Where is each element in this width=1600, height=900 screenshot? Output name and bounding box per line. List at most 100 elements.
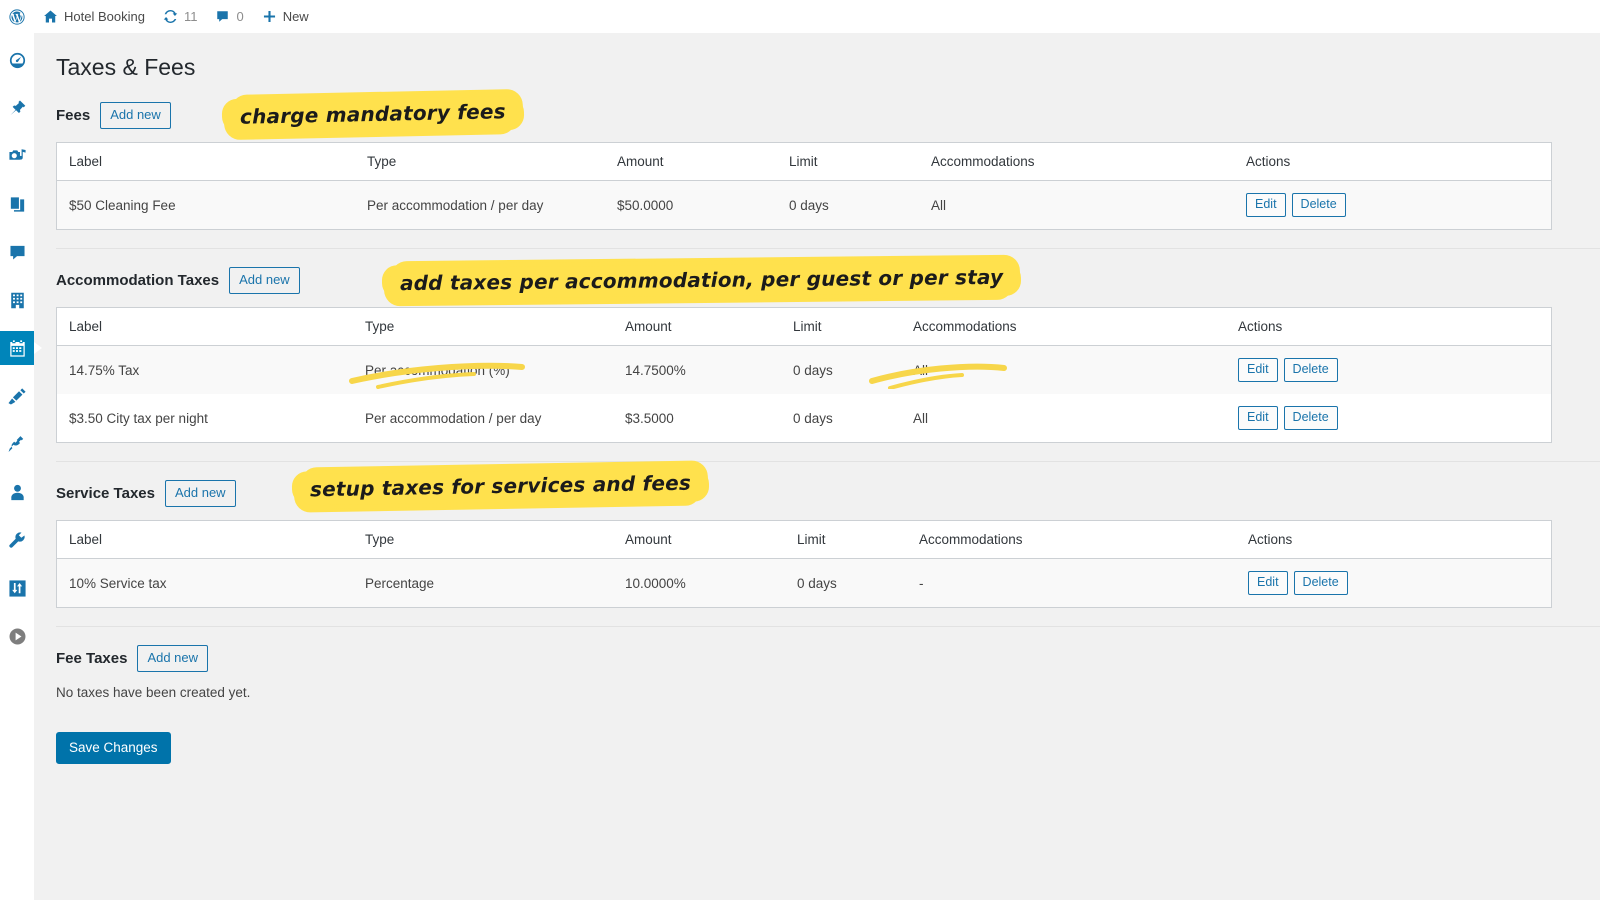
plus-icon [262,9,277,24]
cell-amount: $3.5000 [613,394,781,442]
section-service-taxes: Service Taxes Add new Label Type Amount … [56,478,1600,627]
cell-label: $50 Cleaning Fee [57,181,355,229]
edit-button[interactable]: Edit [1238,406,1278,430]
sidebar-item-posts[interactable] [0,91,34,125]
save-changes-button[interactable]: Save Changes [56,732,171,764]
page-title: Taxes & Fees [56,54,196,80]
column-amount: Amount [605,143,777,181]
add-new-service-tax-button[interactable]: Add new [164,479,236,507]
table-header-row: Label Type Amount Limit Accommodations A… [57,308,1551,346]
adminbar-comments[interactable]: 0 [206,0,252,33]
sidebar-item-appearance[interactable] [0,379,34,413]
cell-limit: 0 days [777,181,919,229]
cell-actions: Edit Delete [1236,559,1551,607]
column-type: Type [353,521,613,559]
adminbar-updates[interactable]: 11 [154,0,207,33]
section-divider [56,626,1600,627]
edit-button[interactable]: Edit [1246,193,1286,217]
column-amount: Amount [613,308,781,346]
table-row: 14.75% Tax Per accommodation (%) 14.7500… [57,346,1551,394]
column-limit: Limit [785,521,907,559]
fees-table: Label Type Amount Limit Accommodations A… [56,142,1552,230]
cell-actions: Edit Delete [1226,394,1551,442]
cell-limit: 0 days [781,394,901,442]
cell-accommodations: - [907,559,1236,607]
building-icon [8,291,27,310]
cell-amount: 14.7500% [613,346,781,394]
empty-state-message: No taxes have been created yet. [56,685,251,700]
cell-label: 10% Service tax [57,559,353,607]
wordpress-logo-icon[interactable] [0,0,34,33]
pushpin-icon [8,99,27,118]
cell-accommodations: All [901,394,1226,442]
add-new-fee-button[interactable]: Add new [100,101,171,129]
accommodation-taxes-table: Label Type Amount Limit Accommodations A… [56,307,1552,443]
adminbar-new-label: New [282,9,309,24]
column-type: Type [355,143,605,181]
sidebar-item-media[interactable] [0,139,34,173]
cell-actions: Edit Delete [1226,346,1551,394]
updates-icon [163,9,178,24]
column-label: Label [57,143,355,181]
taxes-and-fees-page: Taxes & Fees charge mandatory fees add t… [34,33,1600,764]
cell-type: Percentage [353,559,613,607]
content-area: Taxes & Fees charge mandatory fees add t… [34,33,1600,900]
cell-amount: 10.0000% [613,559,785,607]
add-new-fee-tax-button[interactable]: Add new [137,644,209,672]
cell-label: $3.50 City tax per night [57,394,353,442]
section-title-fee-taxes: Fee Taxes [56,649,128,667]
column-amount: Amount [613,521,785,559]
sidebar-item-collapse-menu[interactable] [0,619,34,653]
media-camera-music-icon [8,147,27,166]
cell-limit: 0 days [781,346,901,394]
calendar-icon [8,339,27,358]
sidebar-item-comments[interactable] [0,235,34,269]
delete-button[interactable]: Delete [1283,358,1338,382]
adminbar-new[interactable]: New [253,0,318,33]
section-header-fee-taxes: Fee Taxes Add new [56,643,1600,673]
section-header-service-taxes: Service Taxes Add new [56,478,1600,508]
wrench-icon [8,531,27,550]
column-accommodations: Accommodations [919,143,1234,181]
cell-type: Per accommodation / per day [355,181,605,229]
paintbrush-icon [7,387,27,406]
delete-button[interactable]: Delete [1291,193,1346,217]
sidebar-item-bookings[interactable] [0,331,42,365]
annotation-fees: charge mandatory fees [228,95,518,134]
collapse-arrow-icon [8,627,27,646]
sidebar-item-users[interactable] [0,475,34,509]
updates-count: 11 [183,9,198,24]
sidebar-item-tools[interactable] [0,523,34,557]
cell-amount: $50.0000 [605,181,777,229]
add-new-accommodation-tax-button[interactable]: Add new [229,266,300,294]
column-limit: Limit [777,143,919,181]
sidebar-item-settings[interactable] [0,571,34,605]
cell-accommodations: All [919,181,1234,229]
column-type: Type [353,308,613,346]
section-title-service-taxes: Service Taxes [56,484,155,502]
sidebar-item-plugins[interactable] [0,427,34,461]
cell-actions: Edit Delete [1234,181,1551,229]
column-actions: Actions [1234,143,1551,181]
delete-button[interactable]: Delete [1283,406,1338,430]
cell-accommodations: All [901,346,1226,394]
pages-stack-icon [8,195,27,214]
sidebar-item-pages[interactable] [0,187,34,221]
user-icon [8,483,27,502]
table-header-row: Label Type Amount Limit Accommodations A… [57,521,1551,559]
sidebar-item-dashboard[interactable] [0,43,34,77]
section-title-accommodation-taxes: Accommodation Taxes [56,271,220,289]
settings-sliders-icon [8,579,27,598]
sidebar-item-hotel[interactable] [0,283,34,317]
admin-bar: Hotel Booking 11 0 New [0,0,1600,33]
comment-bubble-icon [215,9,230,24]
column-accommodations: Accommodations [901,308,1226,346]
edit-button[interactable]: Edit [1238,358,1278,382]
column-actions: Actions [1236,521,1551,559]
adminbar-site-name[interactable]: Hotel Booking [34,0,154,33]
delete-button[interactable]: Delete [1293,571,1348,595]
section-fee-taxes: Fee Taxes Add new No taxes have been cre… [56,643,1600,700]
edit-button[interactable]: Edit [1248,571,1288,595]
comment-bubble-icon [8,243,27,262]
column-accommodations: Accommodations [907,521,1236,559]
